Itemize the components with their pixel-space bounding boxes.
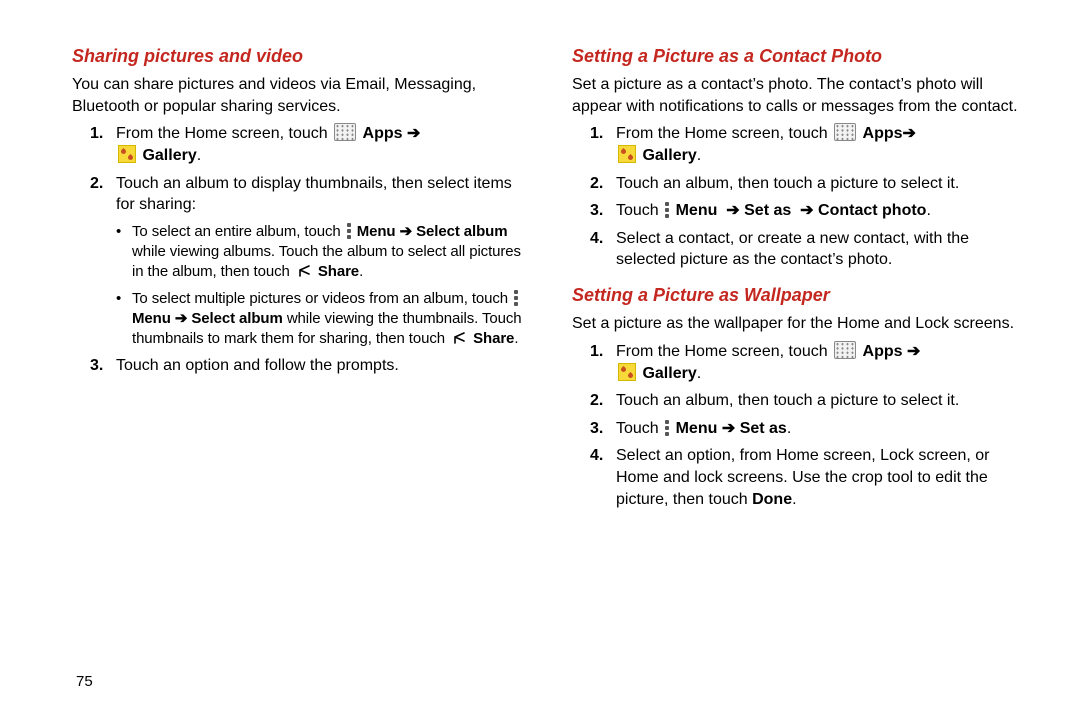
arrow-icon: ➔: [407, 125, 420, 142]
menu-label: Menu: [676, 202, 718, 219]
menu-label: Menu: [357, 223, 396, 240]
left-column: Sharing pictures and video You can share…: [72, 44, 524, 690]
period: .: [697, 365, 701, 382]
gallery-icon: [618, 145, 636, 163]
steps-wallpaper: From the Home screen, touch Apps ➔ Galle…: [572, 341, 1024, 510]
step-4: Select an option, from Home screen, Lock…: [572, 445, 1024, 510]
step1-prefix: From the Home screen, touch: [116, 125, 332, 142]
intro-wallpaper: Set a picture as the wallpaper for the H…: [572, 313, 1024, 335]
gallery-label: Gallery: [642, 147, 696, 164]
steps-sharing: From the Home screen, touch Apps ➔ Galle…: [72, 123, 524, 376]
period: .: [926, 202, 930, 219]
step1-prefix: From the Home screen, touch: [616, 343, 832, 360]
arrow-icon: ➔: [722, 420, 735, 437]
period: .: [787, 420, 791, 437]
select-album-label: Select album: [416, 223, 507, 240]
apps-grid-icon: [334, 123, 356, 141]
heading-wallpaper: Setting a Picture as Wallpaper: [572, 283, 1024, 307]
menu-overflow-icon: [514, 290, 518, 306]
arrow-icon: ➔: [175, 310, 187, 327]
arrow-icon: ➔: [800, 202, 813, 219]
arrow-icon: ➔: [726, 202, 739, 219]
step-2: Touch an album to display thumbnails, th…: [72, 173, 524, 350]
share-label: Share: [473, 330, 514, 347]
page-number: 75: [76, 672, 93, 692]
menu-overflow-icon: [665, 420, 669, 436]
step3-prefix: Touch: [616, 420, 663, 437]
step4-b: .: [792, 491, 796, 508]
substeps: To select an entire album, touch Menu ➔ …: [116, 222, 524, 350]
apps-grid-icon: [834, 123, 856, 141]
step-1: From the Home screen, touch Apps➔ Galler…: [572, 123, 1024, 166]
period: .: [514, 330, 518, 347]
manual-page: Sharing pictures and video You can share…: [0, 0, 1080, 720]
sub1-a: To select an entire album, touch: [132, 223, 345, 240]
apps-label: Apps: [863, 125, 903, 142]
menu-label: Menu: [132, 310, 171, 327]
step-3: Touch an option and follow the prompts.: [72, 355, 524, 377]
right-column: Setting a Picture as a Contact Photo Set…: [572, 44, 1024, 690]
step3-text: Touch an option and follow the prompts.: [116, 357, 399, 374]
steps-contact-photo: From the Home screen, touch Apps➔ Galler…: [572, 123, 1024, 271]
step2-text: Touch an album to display thumbnails, th…: [116, 175, 512, 214]
arrow-icon: ➔: [400, 223, 412, 240]
step-1: From the Home screen, touch Apps ➔ Galle…: [572, 341, 1024, 384]
setas-label: Set as: [740, 420, 787, 437]
share-icon: [451, 330, 467, 346]
share-label: Share: [318, 263, 359, 280]
intro-sharing: You can share pictures and videos via Em…: [72, 74, 524, 117]
heading-sharing: Sharing pictures and video: [72, 44, 524, 68]
apps-label: Apps: [363, 125, 403, 142]
substep-1: To select an entire album, touch Menu ➔ …: [116, 222, 524, 283]
period: .: [197, 147, 201, 164]
done-label: Done: [752, 491, 792, 508]
apps-label: Apps: [863, 343, 903, 360]
apps-grid-icon: [834, 341, 856, 359]
period: .: [697, 147, 701, 164]
period: .: [359, 263, 363, 280]
menu-label: Menu: [676, 420, 718, 437]
substep-2: To select multiple pictures or videos fr…: [116, 289, 524, 350]
contactphoto-label: Contact photo: [818, 202, 926, 219]
step1-prefix: From the Home screen, touch: [616, 125, 832, 142]
sub2-a: To select multiple pictures or videos fr…: [132, 290, 512, 307]
share-icon: [296, 263, 312, 279]
step4-a: Select an option, from Home screen, Lock…: [616, 447, 990, 507]
arrow-icon: ➔: [903, 125, 916, 142]
step-1: From the Home screen, touch Apps ➔ Galle…: [72, 123, 524, 166]
select-album-label: Select album: [191, 310, 282, 327]
arrow-icon: ➔: [907, 343, 920, 360]
setas-label: Set as: [744, 202, 791, 219]
menu-overflow-icon: [347, 223, 351, 239]
step3-prefix: Touch: [616, 202, 663, 219]
step-2: Touch an album, then touch a picture to …: [572, 390, 1024, 412]
heading-contact-photo: Setting a Picture as a Contact Photo: [572, 44, 1024, 68]
gallery-icon: [118, 145, 136, 163]
step-3: Touch Menu ➔ Set as.: [572, 418, 1024, 440]
menu-overflow-icon: [665, 202, 669, 218]
step-2: Touch an album, then touch a picture to …: [572, 173, 1024, 195]
gallery-icon: [618, 363, 636, 381]
gallery-label: Gallery: [142, 147, 196, 164]
gallery-label: Gallery: [642, 365, 696, 382]
intro-contact-photo: Set a picture as a contact’s photo. The …: [572, 74, 1024, 117]
step-4: Select a contact, or create a new contac…: [572, 228, 1024, 271]
step-3: Touch Menu ➔ Set as ➔ Contact photo.: [572, 200, 1024, 222]
